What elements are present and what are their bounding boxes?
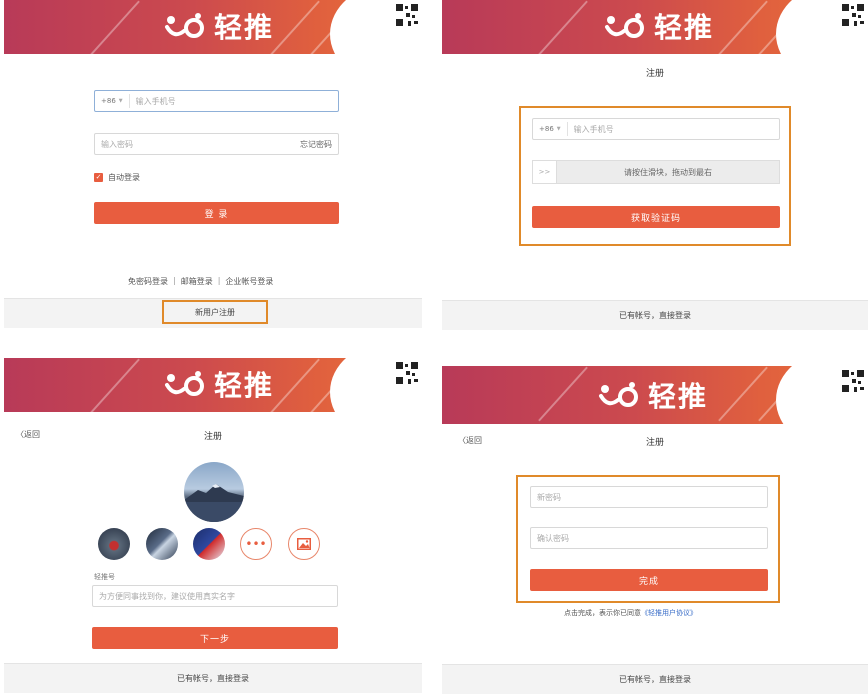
name-label: 轻推号	[94, 573, 115, 581]
login-panel: 轻推 +86 ▼ 输入手机号 输入密码 忘记密码 ✓ 自动登录 登 录 免密码登录…	[4, 0, 422, 332]
mountain-image	[184, 484, 244, 522]
login-link-bar: 已有帐号，直接登录	[442, 300, 868, 330]
brand-banner: 轻推	[442, 366, 868, 424]
brand-banner: 轻推	[4, 358, 422, 412]
new-password-placeholder: 新密码	[537, 492, 561, 502]
brand-logo: 轻推	[164, 9, 275, 44]
brand-name: 轻推	[648, 380, 709, 413]
password-placeholder: 输入密码	[101, 139, 133, 149]
login-link[interactable]: 已有帐号，直接登录	[619, 674, 691, 685]
phone-input[interactable]: +86 ▼ 输入手机号	[532, 118, 780, 140]
phone-placeholder: 输入手机号	[135, 96, 176, 106]
email-login-link[interactable]: 邮箱登录	[181, 276, 213, 287]
qr-code-icon[interactable]	[840, 368, 866, 394]
chevron-down-icon: ▼	[556, 126, 561, 132]
avatar-option-2[interactable]	[146, 528, 178, 560]
enterprise-login-link[interactable]: 企业帐号登录	[225, 276, 273, 287]
brand-banner: 轻推	[442, 0, 868, 54]
register-phone-panel: 轻推 注册 +86 ▼ 输入手机号 >> 请按住滑块，拖动到最右 获取验证码 已有…	[442, 0, 868, 332]
more-options-icon[interactable]: •••	[240, 528, 272, 560]
get-code-button[interactable]: 获取验证码	[532, 206, 780, 228]
page-title: 注册	[645, 69, 664, 79]
country-code-select[interactable]: +86 ▼	[95, 94, 130, 108]
logo-icon	[165, 13, 204, 38]
brand-logo: 轻推	[598, 378, 709, 413]
auto-login-checkbox[interactable]: ✓	[94, 173, 103, 182]
image-icon	[297, 538, 311, 550]
user-agreement-link[interactable]: 《轻推用户协议》	[641, 609, 697, 617]
login-link[interactable]: 已有帐号，直接登录	[619, 310, 691, 321]
slide-captcha[interactable]: >> 请按住滑块，拖动到最右	[532, 160, 780, 184]
alt-login-links: 免密码登录 | 邮箱登录 | 企业帐号登录	[128, 276, 274, 287]
logo-icon	[165, 371, 204, 396]
brand-name: 轻推	[214, 11, 275, 44]
login-button[interactable]: 登 录	[94, 202, 339, 224]
country-code-select[interactable]: +86 ▼	[533, 122, 568, 136]
passwordless-login-link[interactable]: 免密码登录	[128, 276, 168, 287]
phone-placeholder: 输入手机号	[573, 124, 614, 134]
brand-logo: 轻推	[164, 367, 275, 402]
brand-logo: 轻推	[604, 9, 715, 44]
slider-hint: 请按住滑块，拖动到最右	[624, 167, 712, 177]
login-link[interactable]: 已有帐号，直接登录	[177, 673, 249, 684]
password-input[interactable]: 输入密码 忘记密码	[94, 133, 339, 155]
new-password-input[interactable]: 新密码	[530, 486, 768, 508]
auto-login-row[interactable]: ✓ 自动登录	[94, 172, 140, 183]
register-password-panel: 轻推 〈返回 注册 新密码 确认密码 完成 点击完成，表示你已同意《轻推用户协议…	[442, 366, 868, 697]
logo-icon	[599, 382, 638, 407]
page-title: 注册	[645, 438, 664, 448]
login-link-bar: 已有帐号，直接登录	[4, 663, 422, 693]
page-title: 注册	[203, 432, 222, 442]
phone-input[interactable]: +86 ▼ 输入手机号	[94, 90, 339, 112]
name-placeholder: 为方便同事找到你，建议使用真实名字	[99, 591, 235, 601]
confirm-password-placeholder: 确认密码	[537, 533, 569, 543]
avatar-option-3[interactable]	[193, 528, 225, 560]
brand-name: 轻推	[214, 369, 275, 402]
brand-banner: 轻推	[4, 0, 422, 54]
register-profile-panel: 轻推 〈返回 注册 ••• 轻推号 为方便同事找到你，建议使用真实名字 下一步 …	[4, 358, 422, 697]
slider-handle[interactable]: >>	[533, 161, 557, 183]
qr-code-icon[interactable]	[394, 360, 420, 386]
done-button[interactable]: 完成	[530, 569, 768, 591]
login-link-bar: 已有帐号，直接登录	[442, 664, 868, 694]
qr-code-icon[interactable]	[394, 2, 420, 28]
selected-avatar	[184, 462, 244, 522]
avatar-option-1[interactable]	[98, 528, 130, 560]
qr-code-icon[interactable]	[840, 2, 866, 28]
forgot-password-link[interactable]: 忘记密码	[300, 139, 332, 150]
next-button[interactable]: 下一步	[92, 627, 338, 649]
chevron-down-icon: ▼	[118, 98, 123, 104]
logo-icon	[605, 13, 644, 38]
agreement-text: 点击完成，表示你已同意《轻推用户协议》	[564, 609, 697, 617]
name-input[interactable]: 为方便同事找到你，建议使用真实名字	[92, 585, 338, 607]
confirm-password-input[interactable]: 确认密码	[530, 527, 768, 549]
auto-login-label: 自动登录	[108, 173, 140, 182]
new-user-register-link[interactable]: 新用户注册	[162, 300, 268, 324]
upload-image-icon[interactable]	[288, 528, 320, 560]
brand-name: 轻推	[654, 11, 715, 44]
